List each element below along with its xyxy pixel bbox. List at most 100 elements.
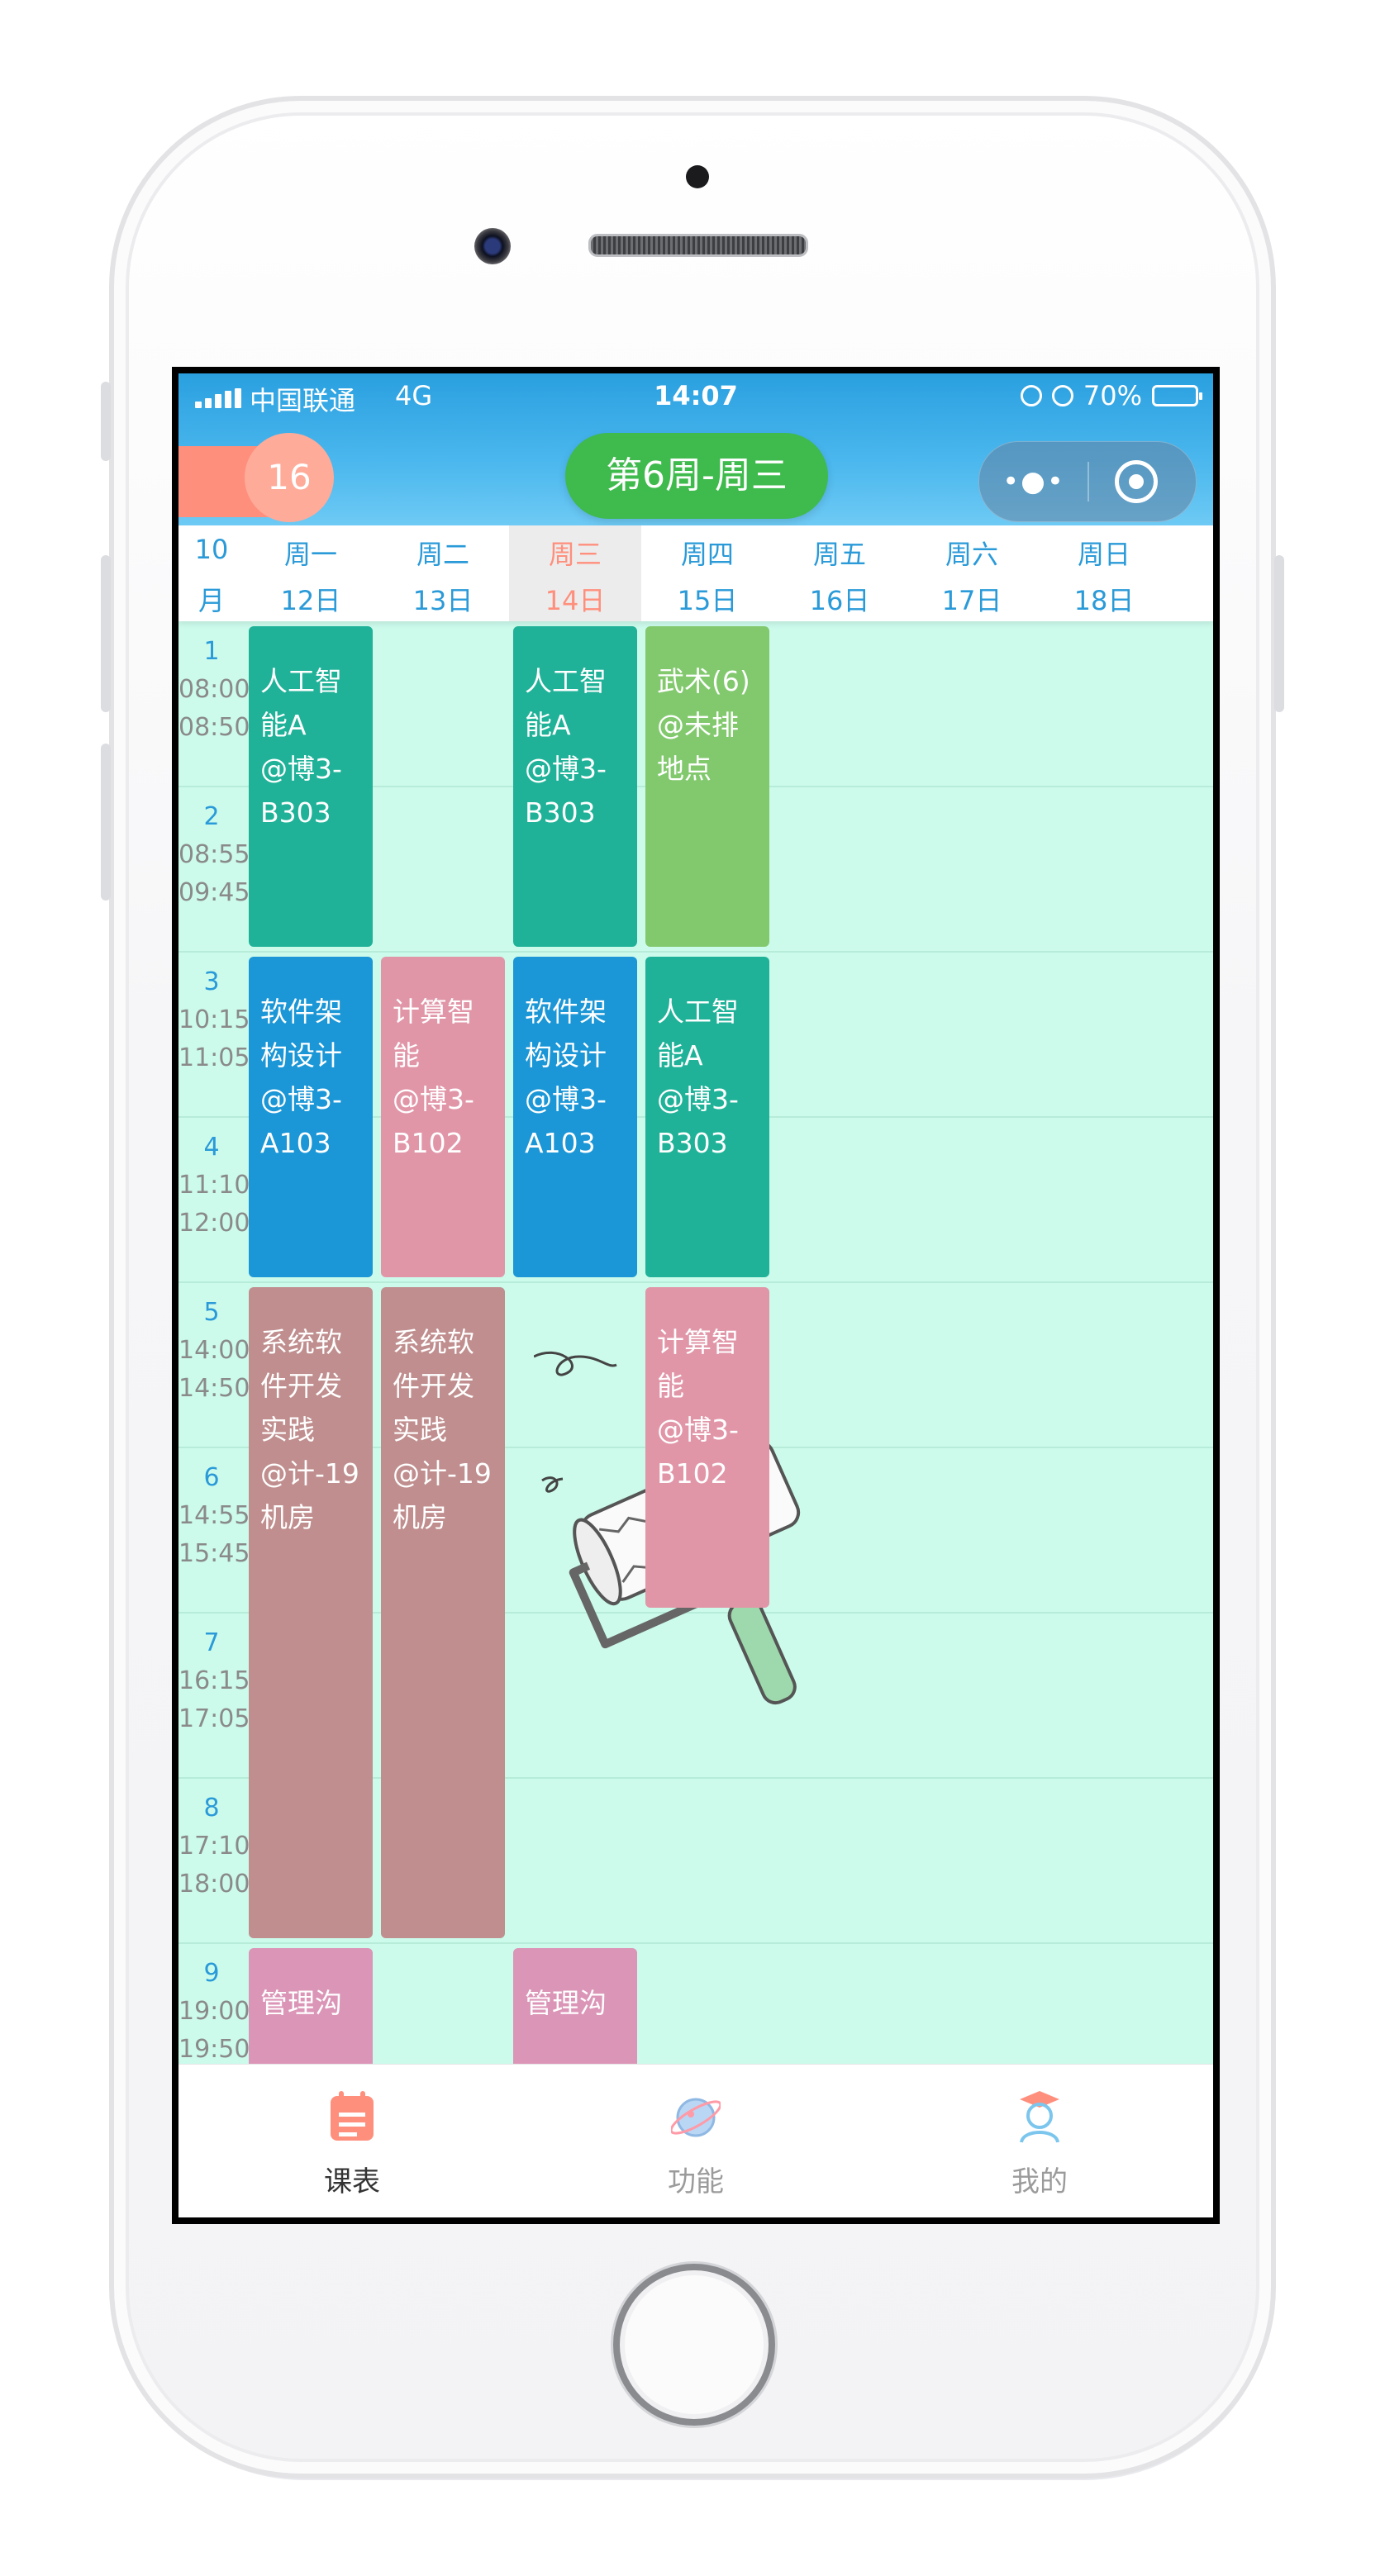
course-text-line: 能	[657, 1370, 684, 1402]
schedule-icon	[327, 2089, 377, 2144]
tab-mine[interactable]: 我的	[982, 2079, 1097, 2203]
weekday-label: 周一	[283, 539, 337, 570]
row-divider	[178, 1942, 1213, 1944]
course-text-line: 机房	[393, 1501, 447, 1533]
day-column-header[interactable]: 周六 17日	[906, 525, 1038, 621]
miniprogram-capsule: •●•	[978, 441, 1197, 522]
day-column-header[interactable]: 周一 12日	[245, 525, 377, 621]
course-text-line: 人工智	[525, 665, 607, 697]
course-text-line: 计算智	[393, 996, 474, 1028]
course-text-line: 管理沟	[525, 1987, 607, 2019]
row-divider	[178, 1281, 1213, 1283]
weekday-label: 周五	[812, 539, 866, 570]
course-text-line: 能A	[525, 709, 571, 741]
course-block[interactable]: 人工智能A @博3- B303	[645, 957, 769, 1277]
month-suffix: 月	[198, 585, 225, 616]
course-block[interactable]: 计算智能 @博3- B102	[645, 1287, 769, 1608]
bottom-tab-bar: 课表 功能 我的	[178, 2064, 1213, 2217]
tab-features[interactable]: 功能	[638, 2079, 754, 2203]
course-text-line: 实践	[260, 1414, 315, 1446]
period-number: 2	[203, 802, 220, 831]
course-text-line: 能A	[657, 1039, 703, 1072]
period-start-time: 11:10	[178, 1171, 250, 1200]
day-column-header[interactable]: 周二 13日	[377, 525, 509, 621]
more-dots-icon[interactable]: •●•	[1001, 460, 1067, 503]
course-text-line: B102	[393, 1127, 464, 1159]
period-number: 5	[203, 1298, 220, 1327]
period-number: 3	[203, 967, 220, 996]
period-start-time: 14:55	[178, 1501, 250, 1530]
course-text-line: 系统软	[260, 1326, 342, 1358]
graduate-user-icon	[1015, 2089, 1064, 2144]
tab-schedule[interactable]: 课表	[294, 2079, 410, 2203]
proximity-sensor	[686, 165, 709, 188]
course-block[interactable]: 武术(6) @未排 地点	[645, 626, 769, 947]
course-text-line: @计-19	[393, 1457, 492, 1490]
tab-label: 功能	[668, 2165, 724, 2198]
day-column-header[interactable]: 周四 15日	[641, 525, 773, 621]
date-label: 16日	[809, 585, 870, 616]
row-divider	[178, 951, 1213, 953]
weekday-label: 周六	[945, 539, 998, 570]
course-text-line: 人工智	[260, 665, 342, 697]
course-text-line: 件开发	[393, 1370, 474, 1402]
course-block[interactable]: 软件架 构设计 @博3- A103	[513, 957, 637, 1277]
period-start-time: 16:15	[178, 1666, 250, 1695]
period-end-time: 09:45	[178, 878, 250, 907]
course-block[interactable]: 系统软 件开发 实践 @计-19 机房	[249, 1287, 373, 1938]
planet-icon	[669, 2089, 722, 2144]
course-text-line: @博3-	[525, 753, 607, 785]
day-column-header[interactable]: 周三 14日	[509, 525, 641, 621]
day-column-header[interactable]: 周五 16日	[773, 525, 906, 621]
tab-label: 课表	[324, 2165, 380, 2198]
course-text-line: @博3-	[260, 753, 342, 785]
date-label: 13日	[412, 585, 474, 616]
period-number: 6	[203, 1463, 220, 1492]
date-label: 17日	[941, 585, 1002, 616]
course-block[interactable]: 人工智 能A @博3- B303	[249, 626, 373, 947]
course-text-line: A103	[525, 1127, 596, 1159]
course-block[interactable]: 人工智能A @博3- B303	[513, 626, 637, 947]
period-number: 7	[203, 1628, 220, 1657]
course-text-line: 人工智	[657, 996, 739, 1028]
tab-label: 我的	[1011, 2165, 1068, 2198]
period-number: 1	[203, 637, 220, 666]
day-column-header[interactable]: 周日 18日	[1038, 525, 1170, 621]
period-start-time: 14:00	[178, 1336, 250, 1365]
course-text-line: @博3-	[657, 1083, 739, 1115]
period-label: 8 17:10 18:00	[178, 1789, 250, 1903]
period-start-time: 10:15	[178, 1005, 250, 1034]
course-block[interactable]: 计算智能 @博3- B102	[381, 957, 505, 1277]
date-label: 12日	[280, 585, 341, 616]
target-circle-icon[interactable]	[1115, 460, 1158, 503]
period-start-time: 17:10	[178, 1832, 250, 1861]
period-label: 2 08:55 09:45	[178, 798, 250, 912]
period-label: 7 16:15 17:05	[178, 1624, 250, 1738]
course-block[interactable]: 软件架 构设计 @博3- A103	[249, 957, 373, 1277]
course-block[interactable]: 系统软 件开发 实践 @计-19 机房	[381, 1287, 505, 1938]
period-label: 4 11:10 12:00	[178, 1129, 250, 1243]
volume-down-button	[101, 744, 111, 901]
course-text-line: 构设计	[525, 1039, 607, 1072]
top-bar: 中国联通 4G 14:07 70% 16 第6周-周三 •●•	[178, 373, 1213, 525]
period-start-time: 08:00	[178, 675, 250, 704]
earpiece-speaker	[588, 234, 808, 257]
course-text-line: B303	[525, 796, 596, 829]
front-camera	[474, 228, 511, 264]
home-button[interactable]	[613, 2264, 775, 2426]
course-text-line: B303	[657, 1127, 728, 1159]
current-week-button[interactable]: 第6周-周三	[565, 433, 828, 519]
week-number-badge[interactable]: 16	[245, 433, 334, 522]
period-start-time: 19:00	[178, 1997, 250, 2026]
course-text-line: @博3-	[260, 1083, 342, 1115]
course-text-line: 能A	[260, 709, 307, 741]
course-text-line: @博3-	[393, 1083, 474, 1115]
battery-percent: 70%	[1083, 380, 1142, 411]
period-label: 3 10:15 11:05	[178, 963, 250, 1077]
mute-switch	[101, 382, 111, 461]
weekday-label: 周二	[416, 539, 469, 570]
period-end-time: 11:05	[178, 1043, 250, 1072]
battery-icon	[1152, 385, 1202, 406]
course-text-line: 软件架	[525, 996, 607, 1028]
period-end-time: 14:50	[178, 1374, 250, 1403]
